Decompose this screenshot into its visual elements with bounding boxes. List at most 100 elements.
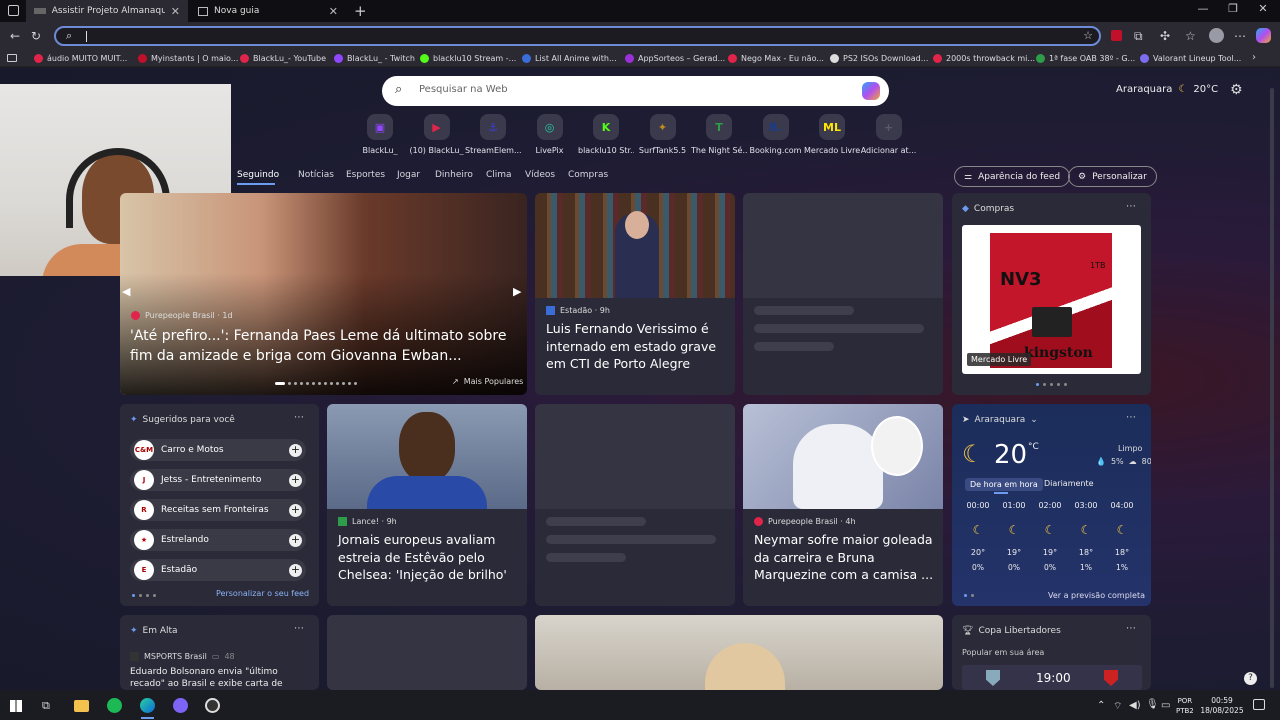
more-options-icon[interactable]: ⋯ <box>1126 412 1136 423</box>
pagination-dots[interactable] <box>132 594 156 597</box>
help-icon[interactable]: ? <box>1244 672 1257 685</box>
bookmark-item[interactable]: Myinstants | O maio... <box>138 52 238 65</box>
bookmark-item[interactable]: PS2 ISOs Download... <box>830 52 928 65</box>
refresh-icon[interactable]: ↻ <box>31 29 41 43</box>
quick-link[interactable]: ◎ LivePix <box>522 114 578 155</box>
prev-arrow-icon[interactable]: ◀ <box>122 285 130 298</box>
favorites-icon[interactable]: ☆ <box>1185 29 1196 43</box>
tab-assistir[interactable]: Assistir Projeto Almanaque Dubl... ✕ <box>26 0 188 22</box>
quick-link[interactable]: ML Mercado Livre <box>804 114 860 155</box>
carousel-dots[interactable] <box>1036 383 1067 386</box>
start-windows-icon[interactable] <box>10 700 22 712</box>
tab-daily[interactable]: Diariamente <box>1044 479 1094 488</box>
new-tab-button[interactable]: + <box>354 2 367 20</box>
suggested-source-chip[interactable]: J Jetss - Entretenimento + <box>130 469 306 491</box>
tab-nova-guia[interactable]: Nova guia ✕ <box>190 0 346 22</box>
quick-link[interactable]: ▣ BlackLu_ <box>352 114 408 155</box>
quick-link[interactable]: ▶ (10) BlackLu_ <box>409 114 465 155</box>
trending-headline[interactable]: Eduardo Bolsonaro envia "último recado" … <box>130 666 312 690</box>
maximize-button[interactable]: ❐ <box>1218 2 1248 15</box>
quick-link[interactable]: B. Booking.com <box>748 114 804 155</box>
follow-plus-icon[interactable]: + <box>289 473 302 487</box>
favorite-star-icon[interactable]: ☆ <box>1083 29 1093 42</box>
address-input[interactable] <box>90 29 1050 43</box>
product-image[interactable]: NV3 1TB kingston <box>962 225 1141 374</box>
extensions-icon[interactable]: ✣ <box>1160 29 1170 43</box>
follow-plus-icon[interactable]: + <box>289 563 302 577</box>
match-row[interactable]: 19:00 <box>962 665 1142 690</box>
quick-link[interactable]: T The Night Sé... <box>691 114 747 155</box>
news-card-lance[interactable]: Lance! · 9h Jornais europeus avaliam est… <box>327 404 527 606</box>
follow-plus-icon[interactable]: + <box>289 503 302 517</box>
more-options-icon[interactable]: ⋯ <box>294 623 304 634</box>
suggested-source-chip[interactable]: R Receitas sem Fronteiras + <box>130 499 306 521</box>
weather-header[interactable]: ➤ Araraquara ⌄ <box>962 415 1038 425</box>
feed-tab[interactable]: Clima <box>486 170 512 180</box>
feed-tab[interactable]: Dinheiro <box>435 170 473 180</box>
notification-icon[interactable] <box>1253 699 1265 710</box>
clock[interactable]: 00:59 18/08/2025 <box>1200 696 1244 716</box>
minimize-button[interactable]: — <box>1188 2 1218 15</box>
more-menu-icon[interactable]: ⋯ <box>1234 29 1246 43</box>
quick-link[interactable]: ✦ SurfTank5.5 <box>635 114 691 155</box>
bookmark-item[interactable]: blacklu10 Stream -... <box>420 52 516 65</box>
extension-red-icon[interactable] <box>1111 30 1122 41</box>
copilot-icon[interactable] <box>862 82 880 100</box>
bookmark-item[interactable]: List All Anime with... <box>522 52 617 65</box>
feed-tab[interactable]: Jogar <box>397 170 420 180</box>
video-card[interactable] <box>535 615 943 690</box>
full-forecast-link[interactable]: Ver a previsão completa <box>1048 591 1145 600</box>
news-card-purepeople[interactable]: Purepeople Brasil · 4h Neymar sofre maio… <box>743 404 943 606</box>
profile-avatar[interactable] <box>1209 28 1224 43</box>
settings-gear-icon[interactable]: ⚙ <box>1230 82 1243 98</box>
address-bar[interactable]: ⌕ ☆ <box>54 26 1101 46</box>
edge-icon[interactable] <box>140 698 155 713</box>
follow-plus-icon[interactable]: + <box>289 443 302 457</box>
hero-headline[interactable]: 'Até prefiro...': Fernanda Paes Leme dá … <box>130 326 525 366</box>
tab-hourly[interactable]: De hora em hora <box>965 478 1043 491</box>
bookmark-item[interactable]: áudio MUITO MUIT... <box>34 52 127 65</box>
pagination-dots[interactable] <box>964 594 974 597</box>
network-icon[interactable]: ▭ <box>1161 700 1170 711</box>
copy-icon[interactable]: ⧉ <box>1134 29 1143 44</box>
window-menu-icon[interactable] <box>8 5 19 16</box>
feed-tab[interactable]: Esportes <box>346 170 385 180</box>
more-options-icon[interactable]: ⋯ <box>1126 623 1136 634</box>
quick-link[interactable]: Kblacklu10 Str... <box>578 114 634 155</box>
web-search-box[interactable]: ⌕ Pesquisar na Web <box>382 76 889 106</box>
bookmark-item[interactable]: Nego Max - Eu não... <box>728 52 824 65</box>
discord-icon[interactable] <box>173 698 188 713</box>
next-arrow-icon[interactable]: ▶ <box>513 285 521 298</box>
wifi-icon[interactable]: ⌔ <box>1113 700 1122 713</box>
more-options-icon[interactable]: ⋯ <box>294 412 304 423</box>
feed-tab[interactable]: Notícias <box>298 170 334 180</box>
shopping-card[interactable]: ◆ Compras ⋯ NV3 1TB kingston Mercado Liv… <box>952 193 1151 395</box>
news-headline[interactable]: Jornais europeus avaliam estreia de Estê… <box>338 531 520 584</box>
scrollbar[interactable] <box>1270 88 1274 688</box>
news-card-estadao[interactable]: Estadão · 9h Luis Fernando Verissimo é i… <box>535 193 735 395</box>
quick-link[interactable]: ⚓ StreamElem... <box>465 114 521 155</box>
libertadores-card[interactable]: 🏆︎ Copa Libertadores ⋯ Popular em sua ár… <box>952 615 1151 690</box>
close-tab-icon[interactable]: ✕ <box>329 5 338 18</box>
close-tab-icon[interactable]: ✕ <box>171 5 180 18</box>
feed-tab[interactable]: Vídeos <box>525 170 555 180</box>
news-headline[interactable]: Luis Fernando Verissimo é internado em e… <box>546 320 728 373</box>
copilot-icon[interactable] <box>1256 28 1271 43</box>
hero-card[interactable]: ◀ ▶ Purepeople Brasil · 1d 'Até prefiro.… <box>120 193 527 395</box>
back-icon[interactable]: ← <box>10 29 20 43</box>
tray-chevron-icon[interactable]: ⌃ <box>1097 700 1105 711</box>
bookmark-item[interactable]: AppSorteos – Gerad... <box>625 52 725 65</box>
feed-tab[interactable]: Compras <box>568 170 608 180</box>
bookmark-item[interactable]: BlackLu_- YouTube <box>240 52 326 65</box>
bookmarks-folder-icon[interactable] <box>7 54 17 62</box>
hero-tag[interactable]: ↗ Mais Populares <box>452 377 523 386</box>
speaker-icon[interactable]: ◀) <box>1129 700 1141 711</box>
bookmark-item[interactable]: 2000s throwback mi... <box>933 52 1035 65</box>
personalize-feed-link[interactable]: Personalizar o seu feed <box>216 589 309 598</box>
close-window-button[interactable]: ✕ <box>1248 2 1278 15</box>
feed-appearance-button[interactable]: ⚌ Aparência do feed <box>954 166 1071 187</box>
file-explorer-icon[interactable] <box>74 700 89 712</box>
bookmark-item[interactable]: BlackLu_ - Twitch <box>334 52 415 65</box>
spotify-icon[interactable] <box>107 698 122 713</box>
quick-link[interactable]: + Adicionar at... <box>861 114 917 155</box>
